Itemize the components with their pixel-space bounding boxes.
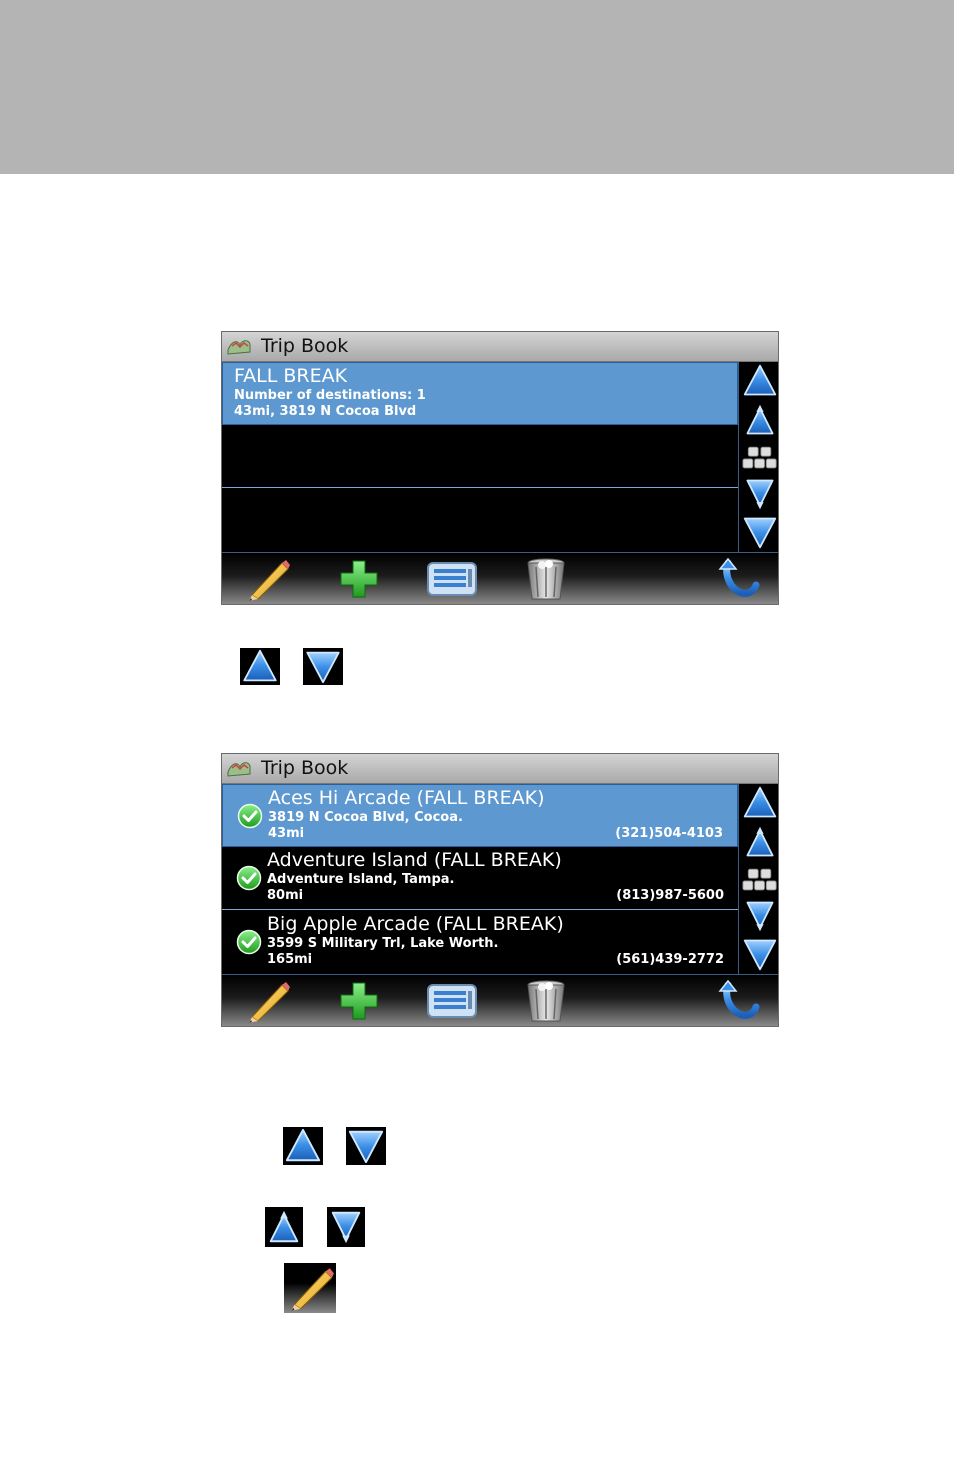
trip-row[interactable]: FALL BREAK Number of destinations: 1 43m… — [222, 362, 738, 425]
plus-add-icon[interactable] — [334, 979, 384, 1023]
back-arrow-icon[interactable] — [710, 557, 760, 601]
trip-name: FALL BREAK — [234, 365, 348, 387]
trip-distance-address: 43mi, 3819 N Cocoa Blvd — [234, 404, 417, 419]
page-down-icon[interactable] — [742, 936, 778, 972]
pencil-edit-icon — [284, 1263, 336, 1313]
check-circle-icon[interactable] — [236, 865, 262, 891]
destination-phone: (561)439-2772 — [616, 952, 724, 967]
plus-add-icon[interactable] — [334, 557, 384, 601]
scroll-controls — [738, 784, 778, 974]
trash-icon[interactable] — [521, 979, 571, 1023]
destination-phone: (813)987-5600 — [616, 888, 724, 903]
title-bar: Trip Book — [222, 754, 778, 784]
line-up-icon[interactable] — [742, 402, 778, 438]
line-down-icon — [327, 1207, 365, 1247]
back-arrow-icon[interactable] — [710, 979, 760, 1023]
page-header-band — [0, 0, 954, 174]
keyboard-icon[interactable] — [742, 440, 778, 476]
check-circle-icon[interactable] — [237, 803, 263, 829]
destination-name: Adventure Island (FALL BREAK) — [267, 849, 562, 871]
list-icon[interactable] — [424, 979, 480, 1023]
line-up-icon — [265, 1207, 303, 1247]
window-title: Trip Book — [261, 335, 349, 357]
line-up-icon[interactable] — [742, 824, 778, 860]
destination-address: 3599 S Military Trl, Lake Worth. — [267, 936, 499, 951]
pencil-edit-icon[interactable] — [242, 557, 292, 601]
empty-row — [222, 488, 738, 551]
check-circle-icon[interactable] — [236, 929, 262, 955]
trip-book-map-icon — [226, 336, 252, 356]
pencil-edit-icon[interactable] — [242, 979, 292, 1023]
list-icon[interactable] — [424, 557, 480, 601]
bottom-toolbar — [222, 974, 778, 1026]
destination-row[interactable]: Adventure Island (FALL BREAK) Adventure … — [222, 847, 738, 910]
trip-book-screen: Trip Book Aces Hi Arcade (FALL BREAK) 38… — [221, 753, 779, 1027]
destination-address: 3819 N Cocoa Blvd, Cocoa. — [268, 810, 463, 825]
line-down-icon[interactable] — [742, 476, 778, 512]
page-up-icon — [240, 648, 280, 685]
page-up-icon — [283, 1127, 323, 1165]
destination-row[interactable]: Aces Hi Arcade (FALL BREAK) 3819 N Cocoa… — [222, 784, 738, 847]
window-title: Trip Book — [261, 757, 349, 779]
destination-distance: 43mi — [268, 826, 305, 841]
trip-book-map-icon — [226, 758, 252, 778]
bottom-toolbar — [222, 552, 778, 604]
page-up-icon[interactable] — [742, 785, 778, 821]
trip-list: FALL BREAK Number of destinations: 1 43m… — [222, 362, 738, 552]
scroll-controls — [738, 362, 778, 552]
page-down-icon — [346, 1127, 386, 1165]
destination-distance: 80mi — [267, 888, 304, 903]
destination-row[interactable]: Big Apple Arcade (FALL BREAK) 3599 S Mil… — [222, 911, 738, 974]
page-down-icon[interactable] — [742, 514, 778, 550]
trip-book-screen: Trip Book FALL BREAK Number of destinati… — [221, 331, 779, 605]
destination-phone: (321)504-4103 — [615, 826, 723, 841]
page-up-icon[interactable] — [742, 363, 778, 399]
line-down-icon[interactable] — [742, 898, 778, 934]
empty-row — [222, 425, 738, 488]
destination-name: Aces Hi Arcade (FALL BREAK) — [268, 787, 545, 809]
title-bar: Trip Book — [222, 332, 778, 362]
destination-list: Aces Hi Arcade (FALL BREAK) 3819 N Cocoa… — [222, 784, 738, 974]
destination-address: Adventure Island, Tampa. — [267, 872, 455, 887]
keyboard-icon[interactable] — [742, 862, 778, 898]
destination-distance: 165mi — [267, 952, 313, 967]
destination-name: Big Apple Arcade (FALL BREAK) — [267, 913, 564, 935]
page-down-icon — [303, 648, 343, 685]
trip-destination-count: Number of destinations: 1 — [234, 388, 426, 403]
trash-icon[interactable] — [521, 557, 571, 601]
